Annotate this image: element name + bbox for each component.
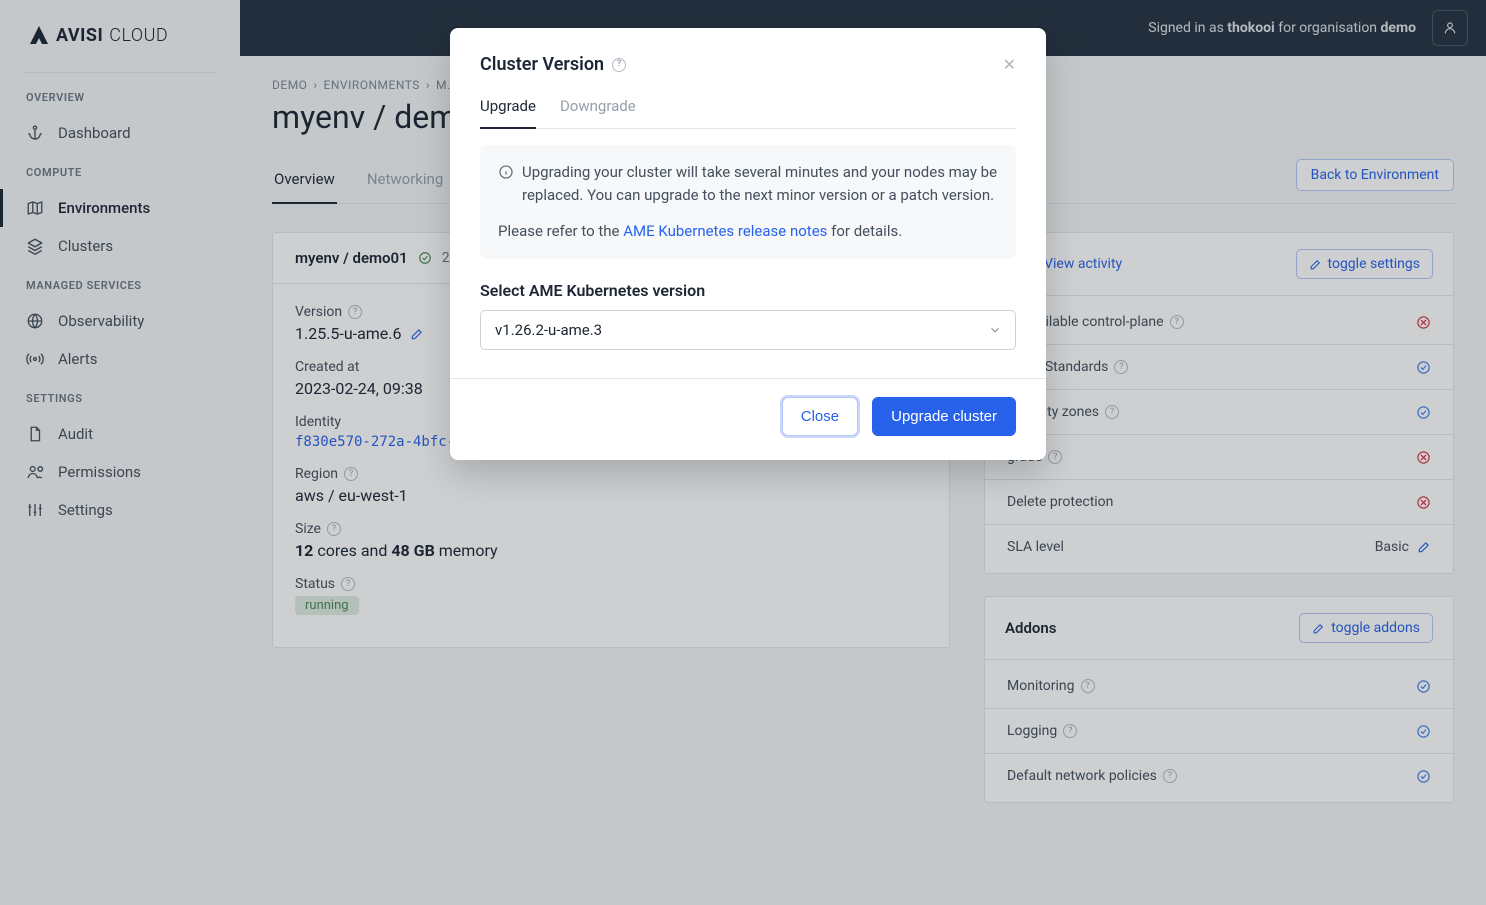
version-select-label: Select AME Kubernetes version — [480, 281, 1016, 300]
modal-title-text: Cluster Version — [480, 54, 604, 75]
upgrade-callout: Upgrading your cluster will take several… — [480, 145, 1016, 259]
modal-tab-downgrade[interactable]: Downgrade — [560, 97, 636, 128]
close-icon[interactable]: ✕ — [1003, 55, 1016, 74]
modal-tabs: Upgrade Downgrade — [480, 97, 1016, 129]
info-icon — [498, 164, 514, 180]
version-select[interactable]: v1.26.2-u-ame.3 — [480, 310, 1016, 350]
version-select-value[interactable]: v1.26.2-u-ame.3 — [480, 310, 1016, 350]
release-notes-link[interactable]: AME Kubernetes release notes — [623, 222, 827, 240]
upgrade-cluster-button[interactable]: Upgrade cluster — [872, 397, 1016, 436]
callout-line2b: for details. — [827, 222, 902, 240]
cluster-version-modal: Cluster Version ? ✕ Upgrade Downgrade Up… — [450, 28, 1046, 460]
callout-line1: Upgrading your cluster will take several… — [522, 161, 998, 208]
help-icon[interactable]: ? — [612, 58, 626, 72]
close-button[interactable]: Close — [782, 397, 858, 436]
modal-tab-upgrade[interactable]: Upgrade — [480, 97, 536, 129]
modal-title: Cluster Version ? — [480, 54, 626, 75]
callout-line2a: Please refer to the — [498, 222, 623, 240]
